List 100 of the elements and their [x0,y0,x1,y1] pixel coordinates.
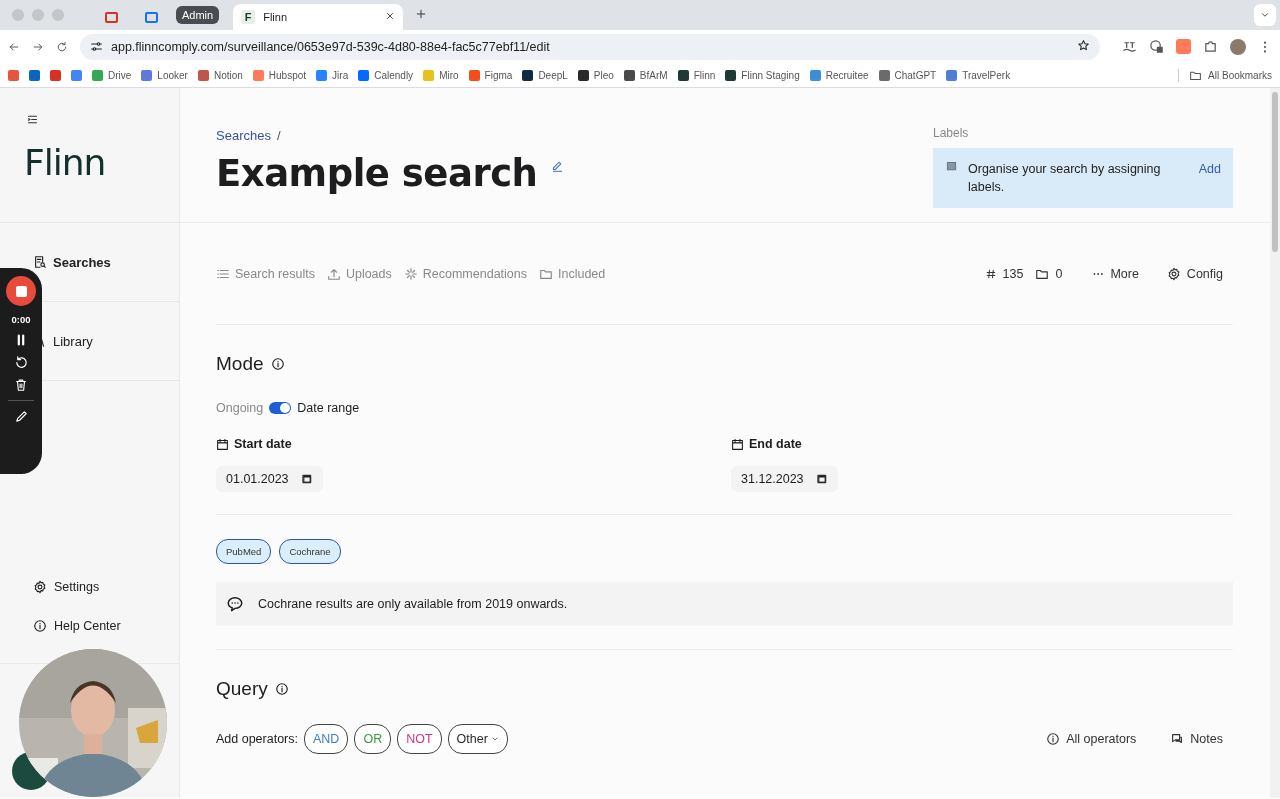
speech-bubble-icon [226,595,244,613]
calendar-icon [731,437,744,451]
bookmark[interactable]: Figma [468,69,513,81]
menu-icon [26,113,39,126]
toolbar-button[interactable]: More [1092,266,1139,281]
operator-button[interactable]: AND [304,724,349,754]
pencil-icon [13,409,29,424]
breadcrumb-separator: / [276,128,281,143]
operator-button[interactable]: NOT [397,724,442,754]
document-search-icon [33,255,47,269]
site-settings-icon [90,40,103,53]
restart-icon [13,355,29,370]
section-heading: Mode [216,353,264,375]
reload-icon [56,40,68,53]
bookmark[interactable] [71,69,82,81]
forward-icon [32,40,44,53]
info-icon [1046,732,1061,746]
bookmark[interactable]: Drive [92,69,132,81]
stop-recording-button[interactable] [6,276,36,306]
logo: Flinn [24,142,107,183]
draw-button[interactable] [13,409,29,424]
chat-icon [1170,732,1185,746]
source-chip[interactable]: PubMed [216,539,272,564]
upload-icon [326,266,341,281]
mode-toggle[interactable] [269,402,292,414]
labels-heading: Labels [933,126,970,140]
bookmark[interactable]: ChatGPT [878,69,937,81]
address-bar[interactable]: app.flinncomply.com/surveillance/0653e97d-539c-4d80-88e4-fac5c77ebf11/edit [80,33,1100,60]
info-icon [33,618,47,633]
operator-button[interactable]: Other [447,724,508,754]
bookmark[interactable]: Jira [316,69,349,81]
bookmark[interactable]: Notion [197,69,243,81]
toolbar-link[interactable]: Notes [1170,732,1223,746]
bookmark[interactable]: Hubspot [252,69,307,81]
banner-message: Organise your search by assigning labels. [968,161,1162,196]
toggle-label: Ongoing [216,401,264,415]
bookmark[interactable]: DeepL [522,69,568,81]
bookmark[interactable]: Flinn Staging [725,69,800,81]
info-icon [274,682,289,696]
stat-counter: 0 [1035,266,1063,281]
chevron-down-icon [1260,10,1270,20]
bookmark[interactable] [50,69,61,81]
date-label: End date [749,437,802,451]
notice-text: Cochrane results are only available from 2019 onwards. [258,597,568,611]
toggle-label: Date range [297,401,360,415]
info-icon [270,357,285,371]
nav-item[interactable]: Searches [33,254,111,270]
calendar-icon [216,437,229,451]
back-icon [8,40,20,53]
bookmark[interactable] [29,69,40,81]
plus-icon [415,8,428,20]
source-chip[interactable]: Cochrane [279,539,341,564]
settings-icon [33,579,47,594]
bookmark[interactable]: Miro [423,69,459,81]
bookmark[interactable]: Calendly [358,69,414,81]
section-heading: Query [216,678,268,700]
recording-timer: 0:00 [11,314,31,325]
stat-counter: 135 [984,266,1024,281]
tab-title: Flinn [263,11,288,23]
view-tab[interactable]: Uploads [326,266,392,281]
settings-icon [1166,266,1181,281]
bookmark[interactable] [8,69,19,81]
delete-button[interactable] [14,378,28,392]
view-tab[interactable]: Included [539,266,606,281]
sparkle-icon [403,266,418,281]
restart-button[interactable] [13,355,29,370]
bookmark[interactable]: TravelPerk [946,69,1011,81]
all-bookmarks-button[interactable]: All Bookmarks [1178,68,1272,82]
view-tab[interactable]: Recommendations [403,266,527,281]
operator-button[interactable]: OR [354,724,392,754]
date-field[interactable]: 31.12.2023 [731,466,838,492]
nav-item[interactable]: Settings [33,579,100,594]
bookmark[interactable]: Pleo [577,69,614,81]
bookmark[interactable]: BfArM [623,69,668,81]
label-icon [945,160,958,173]
caret-icon [490,735,499,743]
breadcrumb-link[interactable]: Searches [216,128,271,143]
extension-wave-icon [1122,39,1137,54]
profile-avatar[interactable] [1230,38,1246,55]
toolbar-button[interactable]: Config [1166,266,1223,281]
favicon: F [241,10,256,24]
date-field[interactable]: 01.01.2023 [216,466,323,492]
scrollbar-thumb[interactable] [1272,92,1278,252]
page-title: Example search [216,152,538,195]
puzzle-icon [1203,39,1218,54]
close-icon [385,11,396,21]
calendar-icon [815,473,828,485]
star-icon [1077,38,1090,52]
add-link[interactable]: Add [1198,160,1221,178]
bookmark[interactable]: Recruitee [809,69,869,81]
view-tab[interactable]: Search results [216,266,315,281]
hash-icon [984,267,997,280]
tab-group-label[interactable]: Admin [176,6,220,24]
browser-tab[interactable]: F Flinn [233,4,404,30]
bookmark[interactable]: Looker [141,69,188,81]
pencil-icon [551,159,565,172]
date-label: Start date [234,437,292,451]
nav-item[interactable]: Help Center [33,618,121,633]
toolbar-link[interactable]: All operators [1046,732,1137,746]
bookmark[interactable]: Flinn [677,69,716,81]
